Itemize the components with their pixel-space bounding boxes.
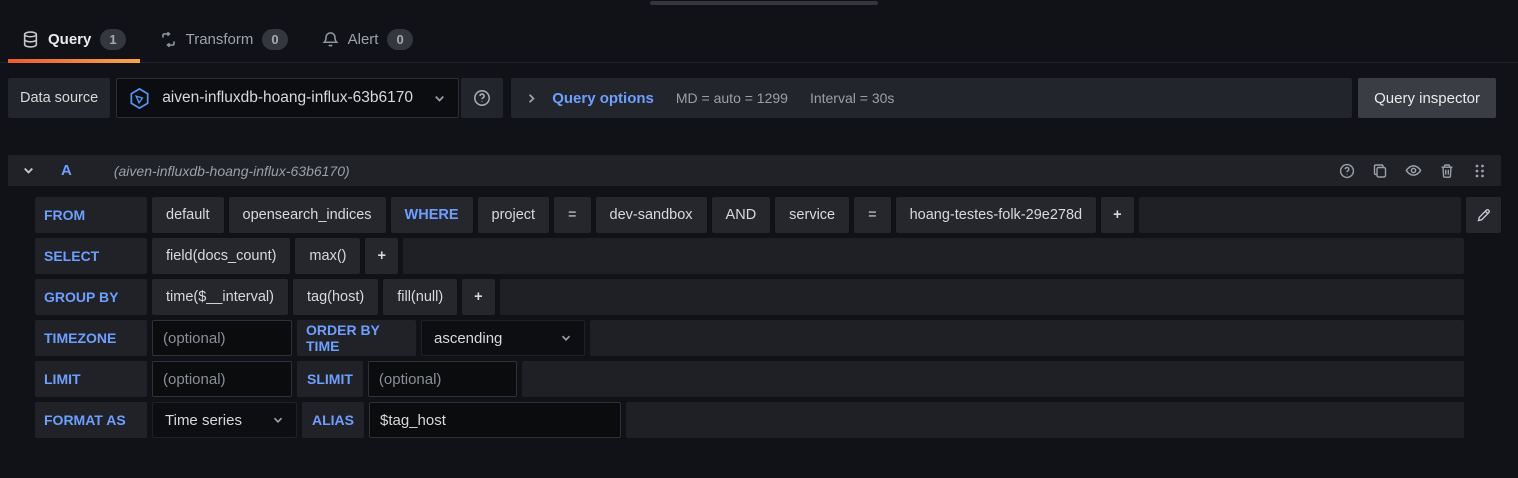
from-policy-segment[interactable]: default [152, 197, 224, 233]
pencil-icon [1476, 207, 1492, 223]
hide-query-eye-icon[interactable] [1405, 162, 1422, 179]
limit-label: LIMIT [35, 361, 147, 397]
select-label: SELECT [35, 238, 147, 274]
limit-row: LIMIT SLIMIT [35, 361, 1464, 397]
query-datasource-hint: (aiven-influxdb-hoang-influx-63b6170) [114, 163, 350, 179]
where-operator2-segment[interactable]: = [854, 197, 890, 233]
alias-label: ALIAS [302, 402, 364, 438]
order-by-time-label: ORDER BY TIME [297, 320, 416, 356]
where-value-segment[interactable]: dev-sandbox [596, 197, 707, 233]
query-options-md: MD = auto = 1299 [676, 90, 788, 106]
format-as-label: FORMAT AS [35, 402, 147, 438]
group-by-tag-segment[interactable]: tag(host) [293, 279, 378, 315]
select-aggregation-segment[interactable]: max() [295, 238, 360, 274]
datasource-label: Data source [8, 78, 110, 118]
tab-alert-label: Alert [348, 31, 379, 48]
select-row-filler [403, 238, 1464, 274]
tab-transform-label: Transform [186, 31, 254, 48]
limit-row-filler [522, 361, 1464, 397]
from-measurement-segment[interactable]: opensearch_indices [229, 197, 386, 233]
tab-alert[interactable]: Alert 0 [308, 16, 427, 62]
query-toolbar: Data source aiven-influxdb-hoang-influx-… [8, 78, 1496, 118]
query-row-header: A (aiven-influxdb-hoang-influx-63b6170) [8, 155, 1501, 186]
from-row: FROM default opensearch_indices WHERE pr… [35, 197, 1501, 233]
query-editor-card: A (aiven-influxdb-hoang-influx-63b6170) [8, 155, 1501, 461]
timezone-label: TIMEZONE [35, 320, 147, 356]
bell-icon [322, 31, 339, 48]
tab-alert-count-badge: 0 [387, 29, 412, 50]
tab-query-count-badge: 1 [100, 29, 125, 50]
chevron-down-icon [433, 92, 446, 105]
timezone-row: TIMEZONE ORDER BY TIME ascending [35, 320, 1464, 356]
group-by-add-button[interactable]: + [462, 279, 494, 315]
where-key2-segment[interactable]: service [775, 197, 849, 233]
group-by-time-segment[interactable]: time($__interval) [152, 279, 288, 315]
where-operator-segment[interactable]: = [554, 197, 590, 233]
select-add-button[interactable]: + [365, 238, 397, 274]
group-by-row-filler [500, 279, 1464, 315]
query-options-interval: Interval = 30s [810, 90, 894, 106]
datasource-help-button[interactable] [461, 78, 503, 118]
chevron-right-icon [525, 92, 538, 105]
query-editor-body: FROM default opensearch_indices WHERE pr… [8, 186, 1501, 461]
group-by-row: GROUP BY time($__interval) tag(host) fil… [35, 279, 1464, 315]
select-row: SELECT field(docs_count) max() + [35, 238, 1464, 274]
datasource-picker[interactable]: aiven-influxdb-hoang-influx-63b6170 [116, 78, 459, 118]
format-row-filler [626, 402, 1464, 438]
where-join-operator-segment[interactable]: AND [712, 197, 771, 233]
where-keyword: WHERE [391, 197, 473, 233]
from-row-filler [1139, 197, 1461, 233]
group-by-label: GROUP BY [35, 279, 147, 315]
database-icon [22, 31, 39, 48]
tab-transform-count-badge: 0 [262, 29, 287, 50]
format-as-value: Time series [165, 412, 242, 429]
delete-query-trash-icon[interactable] [1439, 163, 1455, 179]
transform-icon [160, 31, 177, 48]
where-value2-segment[interactable]: hoang-testes-folk-29e278d [896, 197, 1097, 233]
chevron-down-icon [272, 414, 284, 426]
limit-input[interactable] [152, 361, 292, 397]
group-by-fill-segment[interactable]: fill(null) [383, 279, 457, 315]
editor-tabbar: Query 1 Transform 0 Alert 0 [0, 0, 1518, 63]
query-actions [1339, 162, 1487, 179]
query-help-icon[interactable] [1339, 163, 1355, 179]
query-options-label: Query options [552, 90, 654, 107]
panel-resize-handle[interactable] [650, 1, 878, 5]
tab-transform[interactable]: Transform 0 [146, 16, 302, 62]
alias-input[interactable] [369, 402, 621, 438]
datasource-name: aiven-influxdb-hoang-influx-63b6170 [162, 89, 413, 107]
query-ref-id: A [61, 162, 72, 179]
slimit-input[interactable] [368, 361, 517, 397]
toggle-raw-query-button[interactable] [1466, 197, 1501, 233]
collapse-chevron-down-icon[interactable] [22, 164, 35, 177]
order-by-time-select[interactable]: ascending [421, 320, 585, 356]
slimit-label: SLIMIT [297, 361, 363, 397]
query-inspector-button[interactable]: Query inspector [1358, 78, 1496, 118]
order-by-time-value: ascending [434, 330, 502, 347]
influxdb-logo-icon [127, 86, 152, 111]
timezone-input[interactable] [152, 320, 292, 356]
where-add-condition-button[interactable]: + [1101, 197, 1133, 233]
query-options-toggle[interactable]: Query options MD = auto = 1299 Interval … [511, 78, 1352, 118]
format-as-row: FORMAT AS Time series ALIAS [35, 402, 1464, 438]
duplicate-query-icon[interactable] [1372, 163, 1388, 179]
select-field-segment[interactable]: field(docs_count) [152, 238, 290, 274]
question-circle-icon [473, 89, 491, 107]
chevron-down-icon [560, 332, 572, 344]
tab-query[interactable]: Query 1 [8, 16, 140, 62]
where-key-segment[interactable]: project [478, 197, 550, 233]
tab-query-label: Query [48, 31, 91, 48]
timezone-row-filler [590, 320, 1464, 356]
drag-grip-icon[interactable] [1472, 163, 1487, 179]
from-label: FROM [35, 197, 147, 233]
format-as-select[interactable]: Time series [152, 402, 297, 438]
